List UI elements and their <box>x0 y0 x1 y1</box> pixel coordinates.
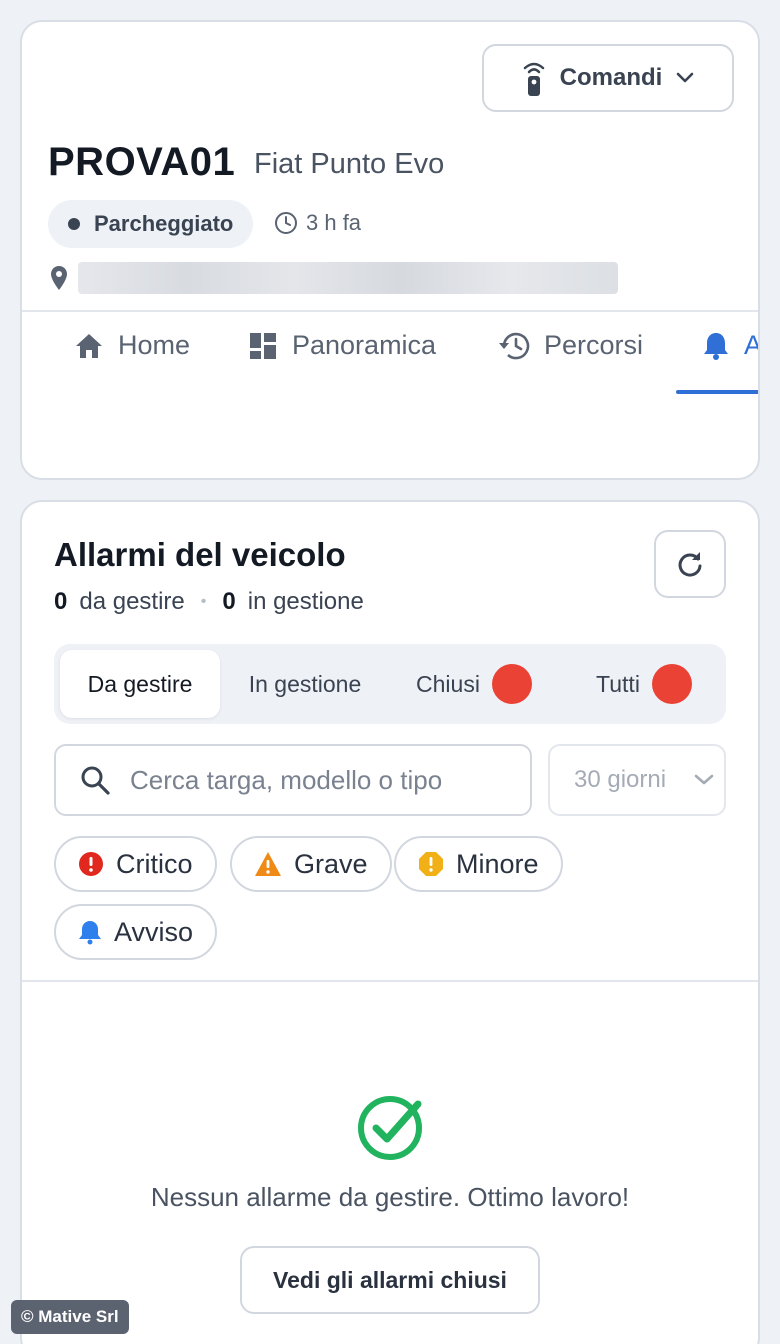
time-ago-label: 3 h fa <box>306 210 362 235</box>
to-handle-label: da gestire <box>79 588 185 615</box>
view-closed-alarms-label: Vedi gli allarmi chiusi <box>273 1266 507 1293</box>
period-select[interactable]: 30 giorni <box>548 744 726 816</box>
vehicle-tabs: Home Panoramica Percorsi A <box>22 312 758 394</box>
vehicle-model: Fiat Punto Evo <box>254 148 445 180</box>
tab-in-progress[interactable]: In gestione <box>230 650 380 718</box>
in-progress-label: in gestione <box>247 588 364 615</box>
dashboard-icon <box>250 332 276 359</box>
alarm-status-tabs: Da gestire In gestione Chiusi Tutti <box>54 644 726 724</box>
active-tab-indicator <box>676 390 758 394</box>
status-label: Parcheggiato <box>94 211 234 236</box>
chip-critical-label: Critico <box>116 848 193 879</box>
tab-to-handle-label: Da gestire <box>87 670 193 697</box>
bell-icon <box>79 921 101 945</box>
commands-button[interactable]: Comandi <box>482 44 734 112</box>
tab-overview-label: Panoramica <box>292 330 437 360</box>
tab-to-handle[interactable]: Da gestire <box>60 650 220 718</box>
home-icon <box>76 333 102 358</box>
refresh-button[interactable] <box>654 530 726 598</box>
chip-notice-label: Avviso <box>114 916 194 947</box>
check-circle-icon <box>358 1096 422 1160</box>
history-icon <box>499 332 530 359</box>
warning-icon <box>255 852 281 876</box>
alarms-card: Allarmi del veicolo 0 da gestire • 0 in … <box>20 500 760 1344</box>
chevron-down-icon <box>694 774 714 785</box>
tab-routes[interactable]: Percorsi <box>498 330 643 361</box>
all-count-badge <box>651 664 692 704</box>
address-row <box>50 262 618 294</box>
status-dot <box>68 218 80 230</box>
tab-alarms-label: A <box>744 330 758 361</box>
tab-closed-label: Chiusi <box>416 670 480 697</box>
tab-in-progress-label: In gestione <box>248 670 362 697</box>
clock-icon <box>275 212 297 234</box>
tab-all-label: Tutti <box>596 670 640 697</box>
tab-routes-label: Percorsi <box>544 330 644 360</box>
tab-home-label: Home <box>118 330 191 360</box>
tab-closed[interactable]: Chiusi <box>400 650 548 718</box>
filter-chip-severe[interactable]: Grave <box>230 836 392 892</box>
last-update: 3 h fa <box>274 210 361 236</box>
view-closed-alarms-button[interactable]: Vedi gli allarmi chiusi <box>240 1246 540 1314</box>
tab-all[interactable]: Tutti <box>574 650 714 718</box>
in-progress-count: 0 <box>222 588 236 615</box>
filter-chip-notice[interactable]: Avviso <box>54 904 218 960</box>
address-redacted <box>78 262 618 294</box>
chevron-down-icon <box>677 72 694 83</box>
location-pin-icon <box>51 266 67 290</box>
search-icon <box>81 766 110 795</box>
vehicle-header-card: Comandi PROVA01 Fiat Punto Evo Parcheggi… <box>20 20 760 480</box>
empty-state-message: Nessun allarme da gestire. Ottimo lavoro… <box>150 1182 630 1212</box>
search-field[interactable] <box>54 744 532 816</box>
divider <box>22 980 758 982</box>
alarms-title: Allarmi del veicolo <box>54 536 346 573</box>
tab-alarms[interactable]: A <box>702 330 758 361</box>
alarm-counts: 0 da gestire • 0 in gestione <box>54 588 364 616</box>
bell-icon <box>704 332 728 360</box>
chip-minor-label: Minore <box>456 848 539 879</box>
critical-icon <box>79 852 103 876</box>
chip-severe-label: Grave <box>294 848 368 879</box>
closed-count-badge <box>491 664 532 704</box>
refresh-icon <box>678 552 702 577</box>
minor-icon <box>419 852 443 876</box>
to-handle-count: 0 <box>54 588 68 615</box>
separator-dot: • <box>200 593 207 610</box>
vehicle-plate: PROVA01 <box>48 140 236 184</box>
copyright-badge: © Mative Srl <box>11 1300 129 1334</box>
tab-home[interactable]: Home <box>74 330 190 361</box>
filter-chip-critical[interactable]: Critico <box>54 836 217 892</box>
status-badge: Parcheggiato <box>48 200 254 248</box>
tab-overview[interactable]: Panoramica <box>248 330 436 361</box>
commands-label: Comandi <box>559 64 663 91</box>
filter-chip-minor[interactable]: Minore <box>394 836 563 892</box>
period-value: 30 giorni <box>574 766 667 793</box>
remote-control-icon <box>523 62 544 96</box>
search-input[interactable] <box>130 764 510 796</box>
